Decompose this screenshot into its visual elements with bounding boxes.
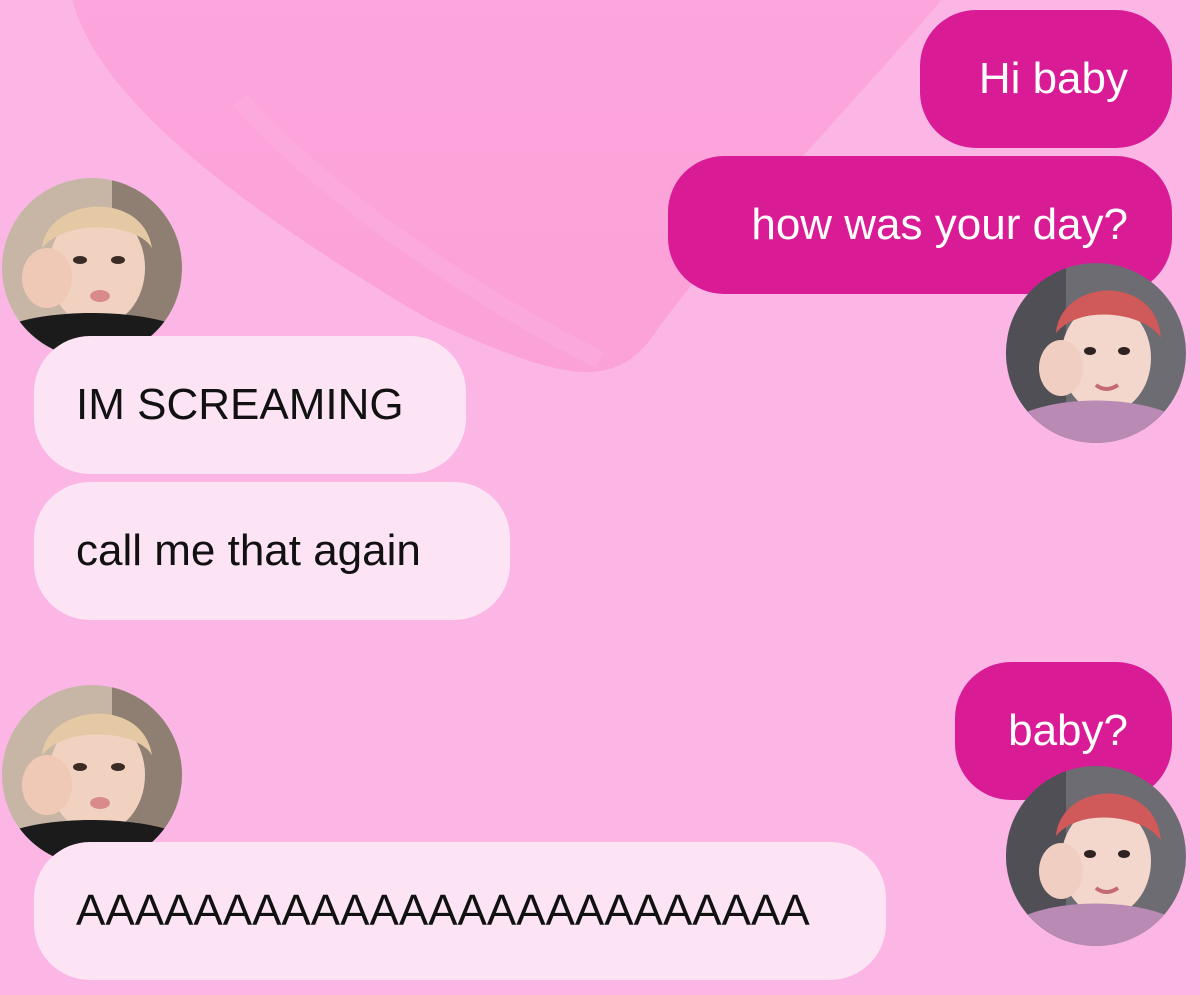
message-text: how was your day? [751,200,1128,249]
message-bubble-incoming[interactable]: call me that again [34,482,510,620]
contact-avatar[interactable] [1006,766,1186,946]
red-hair-person-avatar-icon [1006,263,1186,443]
message-text: IM SCREAMING [76,380,404,429]
message-text: AAAAAAAAAAAAAAAAAAAAAAAAA [76,886,810,935]
blonde-hair-person-avatar-icon [2,178,182,358]
message-bubble-incoming[interactable]: AAAAAAAAAAAAAAAAAAAAAAAAA [34,842,886,980]
message-text: Hi baby [978,54,1128,103]
contact-avatar[interactable] [1006,263,1186,443]
chat-thread: Hi baby how was your day? IM SCREAMING c… [0,0,1200,995]
message-text: baby? [1008,706,1128,755]
contact-avatar[interactable] [2,178,182,358]
red-hair-person-avatar-icon [1006,766,1186,946]
message-text: call me that again [76,526,421,575]
blonde-hair-person-avatar-icon [2,685,182,865]
message-bubble-outgoing[interactable]: Hi baby [920,10,1172,148]
message-bubble-incoming[interactable]: IM SCREAMING [34,336,466,474]
contact-avatar[interactable] [2,685,182,865]
